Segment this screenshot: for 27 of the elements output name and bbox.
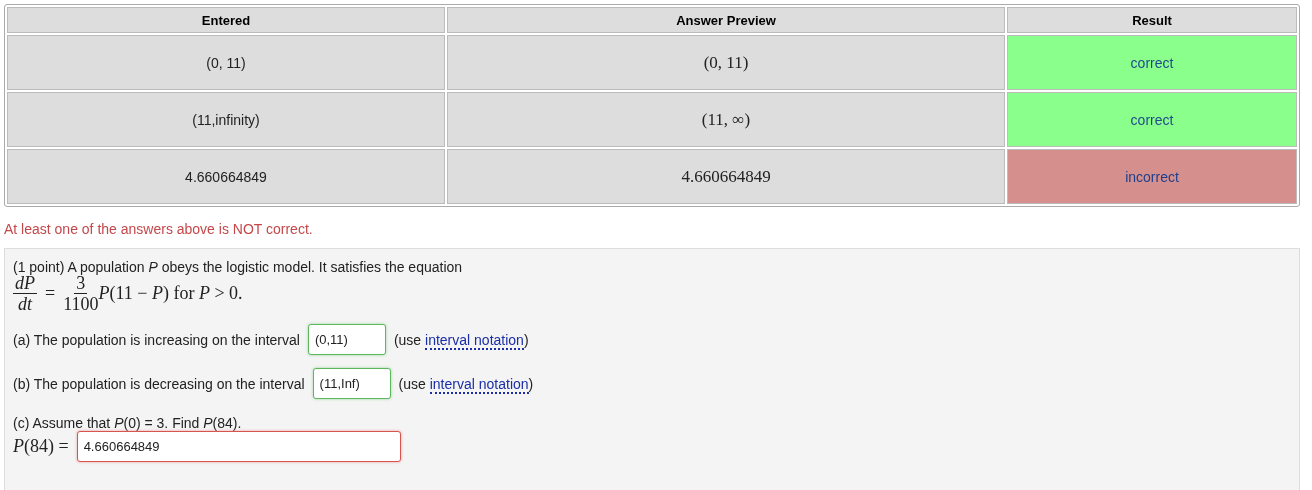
- equals-sign: =: [45, 283, 56, 304]
- equation-text: P(11 − P) for P > 0.: [98, 283, 243, 303]
- question-text: (a) The population is increasing on the interval: [13, 331, 300, 348]
- answer-field[interactable]: (0,11): [307, 324, 386, 355]
- answer-field[interactable]: (11,Inf): [312, 368, 391, 399]
- problem-statement: (1 point) A population P obeys the logistic model. It satisfies the equation: [13, 259, 464, 275]
- entered-cell: (11,infinity): [7, 92, 445, 147]
- help-link[interactable]: interval notation: [429, 375, 529, 394]
- preview-cell: (11, ∞): [447, 92, 1005, 147]
- result-cell: incorrect: [1007, 149, 1297, 204]
- math-label: P(84) =: [13, 436, 69, 457]
- result-cell: correct: [1007, 92, 1297, 147]
- preview-cell: (0, 11): [447, 35, 1005, 90]
- help-link[interactable]: interval notation: [425, 331, 524, 350]
- question-text: (c) Assume that P(0) = 3. Find P(84).: [13, 415, 243, 431]
- answer-field[interactable]: 4.660664849: [76, 431, 401, 462]
- result-cell: correct: [1007, 35, 1297, 90]
- feedback-message: At least one of the answers above is NOT correct.: [4, 221, 313, 237]
- column-header: Entered: [7, 7, 445, 33]
- hint-text: (use interval notation): [398, 375, 534, 392]
- column-header: Result: [1007, 7, 1297, 33]
- column-header: Answer Preview: [447, 7, 1005, 33]
- preview-cell: 4.660664849: [447, 149, 1005, 204]
- entered-cell: 4.660664849: [7, 149, 445, 204]
- hint-text: (use interval notation): [393, 331, 529, 348]
- question-text: (b) The population is decreasing on the interval: [13, 375, 305, 392]
- entered-cell: (0, 11): [7, 35, 445, 90]
